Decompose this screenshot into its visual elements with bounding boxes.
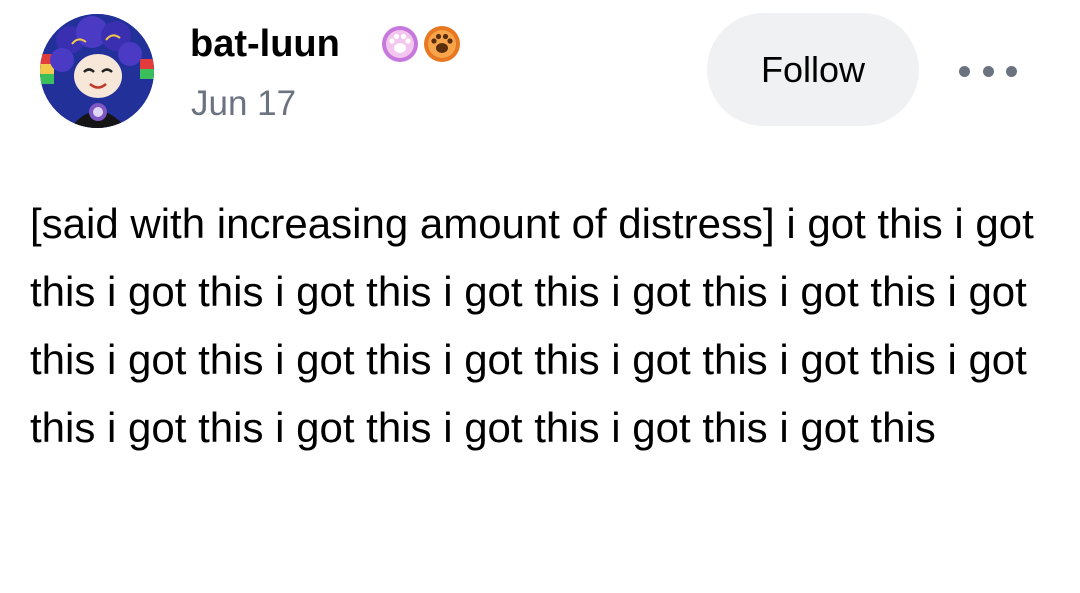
author-badges (380, 24, 462, 64)
paw-badge-icon[interactable] (422, 24, 462, 64)
more-dot (1006, 65, 1017, 77)
paw-badge-icon[interactable] (380, 24, 420, 64)
more-dot (982, 65, 994, 77)
avatar-image-icon (40, 14, 154, 128)
more-options-icon[interactable] (955, 54, 1021, 88)
avatar[interactable] (40, 14, 154, 128)
post-body-text: [said with increasing amount of distress… (30, 200, 1034, 451)
author-username[interactable]: bat-luun (190, 22, 340, 66)
follow-button[interactable]: Follow (707, 13, 919, 126)
post-date[interactable]: Jun 17 (191, 84, 296, 124)
more-dot (959, 65, 970, 77)
